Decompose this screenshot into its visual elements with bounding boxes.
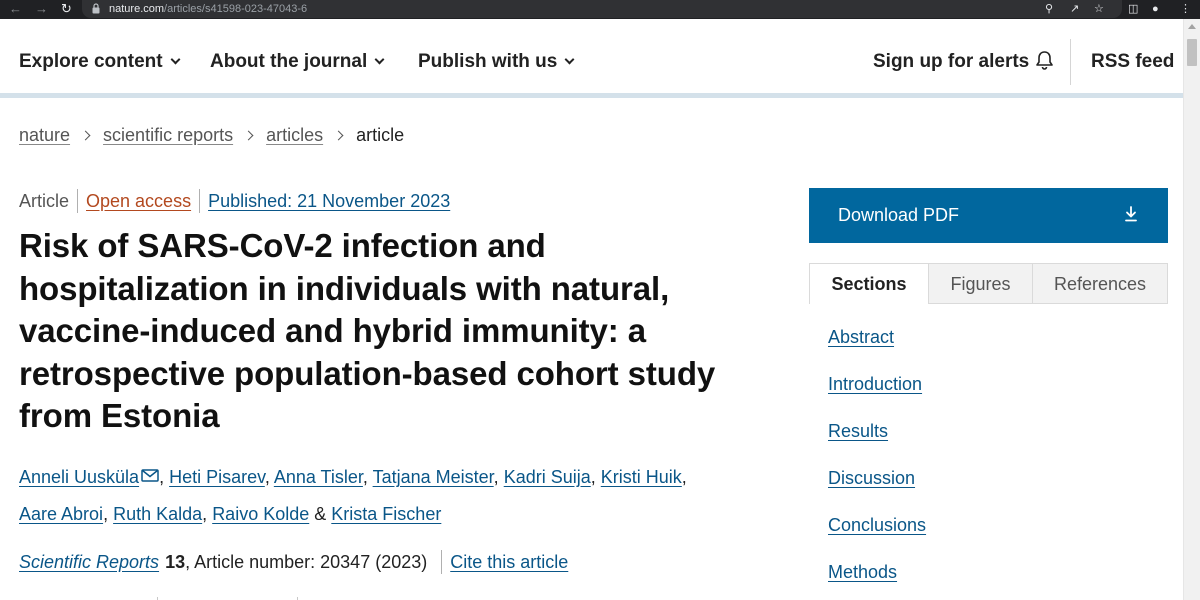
menu-icon[interactable]: ⋮	[1180, 2, 1191, 16]
chevron-down-icon	[374, 54, 385, 65]
lock-icon	[92, 3, 100, 14]
open-access-link[interactable]: Open access	[86, 191, 191, 211]
published-date-link[interactable]: Published: 21 November 2023	[208, 191, 450, 211]
author-ampersand: &	[314, 504, 327, 524]
author-list: Anneli Uusküla , Heti Pisarev, Anna Tisl…	[19, 459, 739, 533]
reload-icon[interactable]: ↻	[61, 1, 72, 17]
article-type: Article	[19, 191, 70, 211]
chevron-right-icon	[243, 130, 254, 141]
rss-label: RSS feed	[1091, 51, 1175, 72]
download-pdf-button[interactable]: Download PDF	[809, 188, 1168, 243]
section-link-abstract[interactable]: Abstract	[828, 326, 894, 348]
author-link[interactable]: Ruth Kalda	[113, 504, 202, 524]
bell-icon	[1036, 51, 1054, 70]
cite-this-article-link[interactable]: Cite this article	[450, 552, 568, 572]
tab-sections[interactable]: Sections	[810, 264, 928, 305]
author-separator: ,	[362, 467, 368, 487]
breadcrumb-current: article	[356, 125, 405, 145]
breadcrumb-articles[interactable]: articles	[266, 125, 323, 145]
alerts-label: Sign up for alerts	[873, 51, 1030, 72]
breadcrumb: nature scientific reports articles article	[19, 124, 404, 146]
tab-references[interactable]: References	[1033, 264, 1167, 303]
section-link-introduction[interactable]: Introduction	[828, 373, 922, 395]
author-link[interactable]: Raivo Kolde	[212, 504, 309, 524]
download-icon	[1125, 206, 1137, 222]
back-icon[interactable]: ←	[9, 1, 22, 17]
sidebar-tabs: Sections Figures References	[809, 263, 1168, 305]
author-separator: ,	[681, 467, 687, 487]
scroll-up-arrow-icon[interactable]	[1188, 24, 1196, 29]
article-title: Risk of SARS-CoV-2 infection and hospita…	[19, 227, 716, 434]
zoom-icon[interactable]: ⚲	[1045, 2, 1053, 16]
article-number: , Article number: 20347 (2023)	[185, 552, 428, 572]
author-separator: ,	[159, 467, 165, 487]
author-separator: ,	[493, 467, 499, 487]
author-separator: ,	[264, 467, 270, 487]
nav-label: Explore content	[19, 51, 163, 72]
author-link[interactable]: Aare Abroi	[19, 504, 103, 524]
chevron-down-icon	[170, 54, 181, 65]
nav-about-the-journal[interactable]: About the journal	[210, 50, 385, 74]
author-separator: ,	[202, 504, 208, 524]
bookmark-star-icon[interactable]: ☆	[1094, 2, 1104, 16]
forward-icon[interactable]: →	[35, 1, 48, 17]
nav-label: Publish with us	[418, 51, 558, 72]
rss-feed-link[interactable]: RSS feed	[1091, 50, 1174, 74]
author-link[interactable]: Heti Pisarev	[169, 467, 265, 487]
site-header: Explore content About the journal Publis…	[0, 19, 1183, 93]
author-link[interactable]: Anneli Uusküla	[19, 467, 139, 487]
section-link-discussion[interactable]: Discussion	[828, 467, 915, 489]
author-link[interactable]: Krista Fischer	[331, 504, 441, 524]
author-separator: ,	[103, 504, 109, 524]
nav-label: About the journal	[210, 51, 368, 72]
section-link-conclusions[interactable]: Conclusions	[828, 514, 926, 536]
sidebar-icon[interactable]: ◫	[1128, 2, 1138, 16]
tab-figures[interactable]: Figures	[929, 264, 1032, 303]
address-bar[interactable]: nature.com/articles/s41598-023-47043-6 ⚲…	[82, 0, 1122, 18]
page-scrollbar[interactable]	[1183, 19, 1200, 600]
citation-line: Scientific Reports 13, Article number: 20…	[19, 550, 568, 574]
author-link[interactable]: Kristi Huik	[601, 467, 682, 487]
breadcrumb-nature[interactable]: nature	[19, 125, 70, 145]
email-icon[interactable]	[141, 469, 159, 482]
meta-divider	[199, 189, 201, 213]
chevron-right-icon	[80, 130, 91, 141]
meta-divider	[441, 550, 443, 574]
url-text: nature.com/articles/s41598-023-47043-6	[109, 3, 308, 15]
chevron-down-icon	[564, 54, 575, 65]
breadcrumb-scientific-reports[interactable]: scientific reports	[103, 125, 233, 145]
author-link[interactable]: Tatjana Meister	[373, 467, 494, 487]
chevron-right-icon	[333, 130, 344, 141]
volume-number: 13	[165, 552, 186, 572]
share-icon[interactable]: ↗	[1070, 2, 1079, 16]
author-separator: ,	[590, 467, 596, 487]
meta-divider	[77, 189, 79, 213]
download-pdf-label: Download PDF	[838, 205, 960, 225]
journal-link[interactable]: Scientific Reports	[19, 552, 159, 572]
section-link-results[interactable]: Results	[828, 420, 888, 442]
author-link[interactable]: Kadri Suija	[504, 467, 591, 487]
nav-publish-with-us[interactable]: Publish with us	[418, 50, 575, 74]
browser-toolbar: ← → ↻ nature.com/articles/s41598-023-470…	[0, 0, 1200, 19]
header-divider	[0, 93, 1183, 98]
sign-up-alerts-link[interactable]: Sign up for alerts	[873, 50, 1054, 74]
nav-divider	[1070, 39, 1071, 85]
article-meta: Article Open access Published: 21 November…	[19, 189, 450, 213]
nav-explore-content[interactable]: Explore content	[19, 50, 181, 74]
section-link-methods[interactable]: Methods	[828, 561, 897, 583]
scroll-thumb[interactable]	[1187, 39, 1197, 66]
profile-icon[interactable]: ●	[1152, 2, 1159, 16]
author-link[interactable]: Anna Tisler	[274, 467, 363, 487]
